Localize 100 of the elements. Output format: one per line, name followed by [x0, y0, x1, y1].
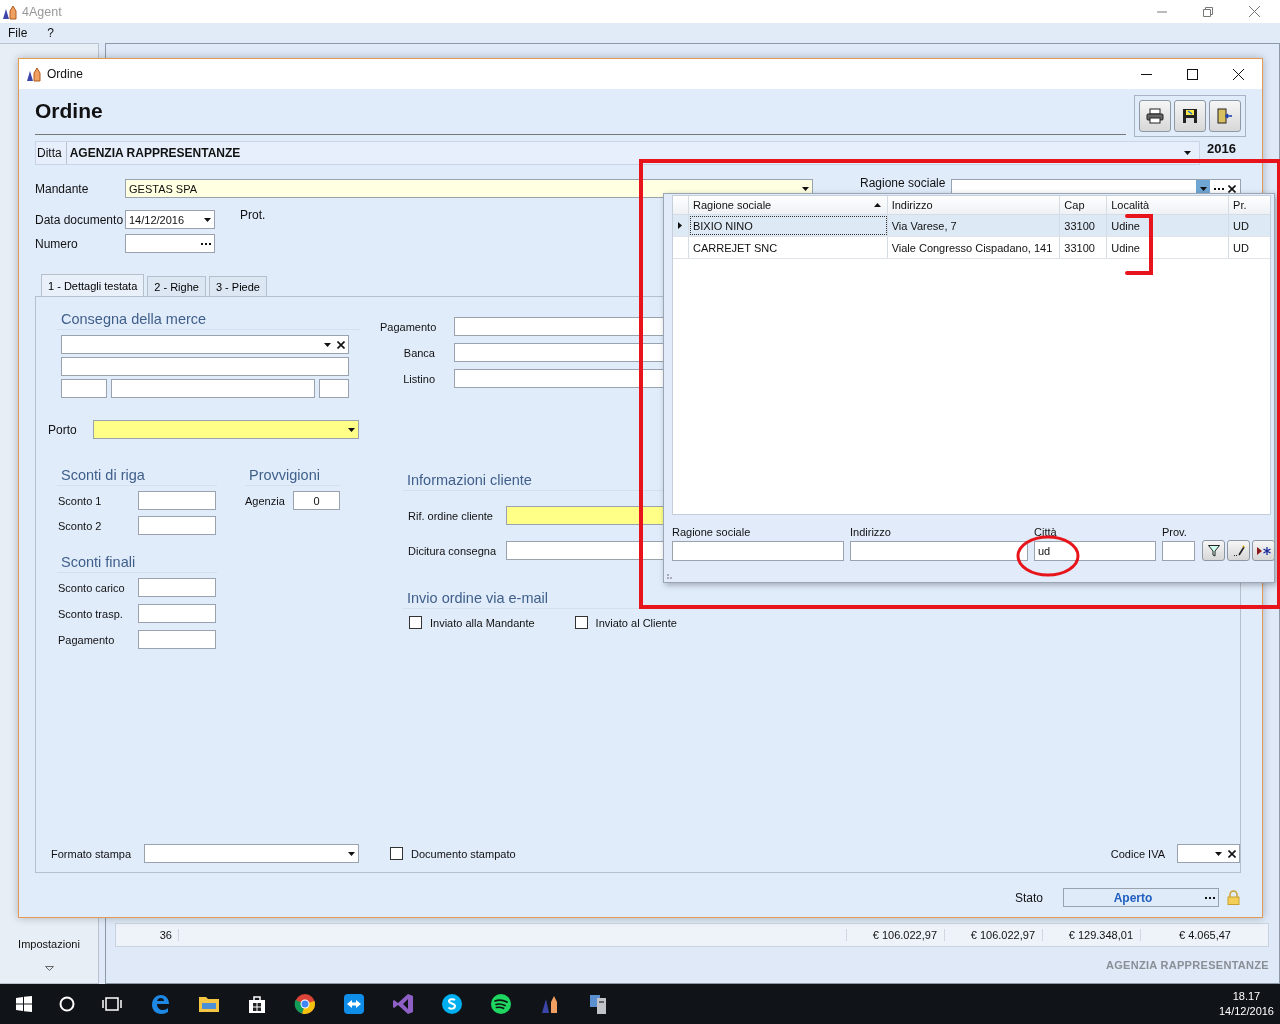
column-header[interactable]: Pr.: [1229, 196, 1270, 214]
section-heading: Consegna della merce: [57, 311, 360, 330]
studio-icon[interactable]: [392, 993, 414, 1015]
windows-icon[interactable]: [16, 996, 32, 1012]
field-label: Mandante: [35, 181, 90, 196]
caret-icon[interactable]: [348, 851, 355, 856]
tab[interactable]: 1 - Dettagli testata: [41, 274, 145, 296]
field-label: Formato stampa: [51, 847, 133, 860]
clock-date[interactable]: 14/12/2016: [1218, 1004, 1274, 1019]
table-cell-text: UD: [1232, 218, 1250, 234]
text-field[interactable]: [61, 357, 349, 376]
new-button[interactable]: [1252, 540, 1275, 561]
section-heading: Sconti di riga: [57, 467, 217, 486]
ellipsis-icon[interactable]: [1214, 187, 1224, 190]
text-field[interactable]: [111, 379, 315, 398]
print-button[interactable]: [1139, 100, 1171, 132]
sidebar-item[interactable]: Impostazioni: [18, 938, 80, 950]
menu-item[interactable]: File: [8, 26, 28, 40]
combo-field[interactable]: [144, 844, 359, 863]
folder-icon[interactable]: [198, 994, 220, 1014]
close-icon[interactable]: [1233, 68, 1244, 80]
maximize-icon[interactable]: [1187, 68, 1198, 80]
tab[interactable]: 3 - Piede: [208, 276, 267, 296]
number-field[interactable]: [125, 234, 215, 253]
store-icon[interactable]: [247, 994, 267, 1014]
save-button[interactable]: [1174, 100, 1206, 132]
caret-icon[interactable]: [802, 186, 809, 191]
checkbox[interactable]: Inviato al Cliente: [574, 616, 677, 629]
filter-field[interactable]: [1162, 541, 1195, 561]
text-field[interactable]: [138, 491, 216, 510]
year-label: 2016: [1207, 142, 1236, 156]
field-label: Agenzia: [245, 494, 286, 507]
filter-field[interactable]: ud: [1034, 541, 1156, 561]
chrome-icon[interactable]: [294, 993, 316, 1015]
column-header[interactable]: Ragione sociale: [688, 196, 888, 214]
column-header[interactable]: Località: [1107, 196, 1230, 214]
caret-icon[interactable]: [204, 217, 211, 222]
ellipsis-icon[interactable]: [201, 242, 211, 245]
filter-button[interactable]: [1202, 540, 1225, 561]
column-header[interactable]: Cap: [1060, 196, 1108, 214]
table-row[interactable]: BIXIO NINO Via Varese, 7 33100 Udine UD: [673, 215, 1270, 237]
caret-icon[interactable]: [1199, 186, 1207, 191]
caret-icon[interactable]: [348, 427, 355, 432]
combo-field[interactable]: GESTAS SPA: [125, 179, 813, 198]
task-view-icon[interactable]: [102, 996, 122, 1012]
date-field[interactable]: 14/12/2016: [125, 210, 215, 229]
restore-icon[interactable]: [1203, 6, 1213, 17]
close-icon[interactable]: [337, 340, 345, 349]
field-label: Numero: [35, 236, 79, 251]
ellipsis-icon[interactable]: [1205, 896, 1215, 899]
column-header[interactable]: Indirizzo: [887, 196, 1061, 214]
field-label: Porto: [48, 422, 78, 437]
combo-field[interactable]: [61, 335, 349, 354]
text-field[interactable]: [138, 516, 216, 535]
status-field[interactable]: Aperto: [1063, 888, 1219, 907]
field-label: Rif. ordine cliente: [407, 509, 494, 522]
text-field[interactable]: [61, 379, 107, 398]
field-label: Pagamento: [57, 633, 116, 646]
text-field[interactable]: [319, 379, 349, 398]
table-cell: 33100: [1060, 215, 1108, 236]
filter-field[interactable]: [672, 541, 844, 561]
filter-field[interactable]: [850, 541, 1028, 561]
caret-icon[interactable]: [324, 342, 331, 347]
close-icon[interactable]: [1228, 849, 1236, 858]
table-cell: Udine: [1107, 237, 1230, 258]
checkbox[interactable]: Documento stampato: [390, 847, 516, 860]
caret-icon[interactable]: [1184, 151, 1191, 155]
combo-field[interactable]: [1177, 844, 1240, 863]
menu-item[interactable]: ?: [47, 26, 55, 40]
text-field[interactable]: [138, 630, 216, 649]
music-icon[interactable]: [490, 993, 512, 1015]
caret-icon[interactable]: [1215, 851, 1222, 856]
resize-grip-icon[interactable]: [667, 571, 675, 579]
field-label: Data documento: [35, 212, 125, 227]
close-icon[interactable]: [1228, 184, 1236, 193]
table-cell: Udine: [1107, 215, 1230, 236]
checkbox[interactable]: Inviato alla Mandante: [409, 616, 535, 629]
browser-icon[interactable]: [149, 993, 171, 1015]
field-label: Pagamento: [380, 320, 438, 333]
text-field[interactable]: [138, 578, 216, 597]
field-label: Listino: [402, 372, 436, 385]
clock-time[interactable]: 18.17: [1232, 989, 1261, 1004]
app-icon: [26, 66, 42, 82]
table-cell: Via Varese, 7: [887, 215, 1061, 236]
table-cell: CARREJET SNC: [688, 237, 888, 258]
text-field[interactable]: [138, 604, 216, 623]
table-cell: € 106.022,97: [944, 929, 1042, 941]
tab[interactable]: 2 - Righe: [147, 276, 206, 296]
field-label: Banca: [402, 346, 436, 359]
skype-icon[interactable]: [441, 993, 463, 1015]
edit-button[interactable]: [1227, 540, 1250, 561]
table-row[interactable]: CARREJET SNC Viale Congresso Cispadano, 141 33100 Udine UD: [673, 237, 1270, 259]
section-heading: Provvigioni: [245, 467, 340, 486]
number-field[interactable]: 0: [293, 491, 340, 510]
combo-field[interactable]: [93, 420, 359, 439]
search-icon[interactable]: [59, 996, 75, 1012]
exit-button[interactable]: [1209, 100, 1241, 132]
arrow-star-icon: [1256, 545, 1271, 556]
field-label: Sconto 2: [57, 519, 103, 532]
remote-icon[interactable]: [343, 993, 365, 1015]
